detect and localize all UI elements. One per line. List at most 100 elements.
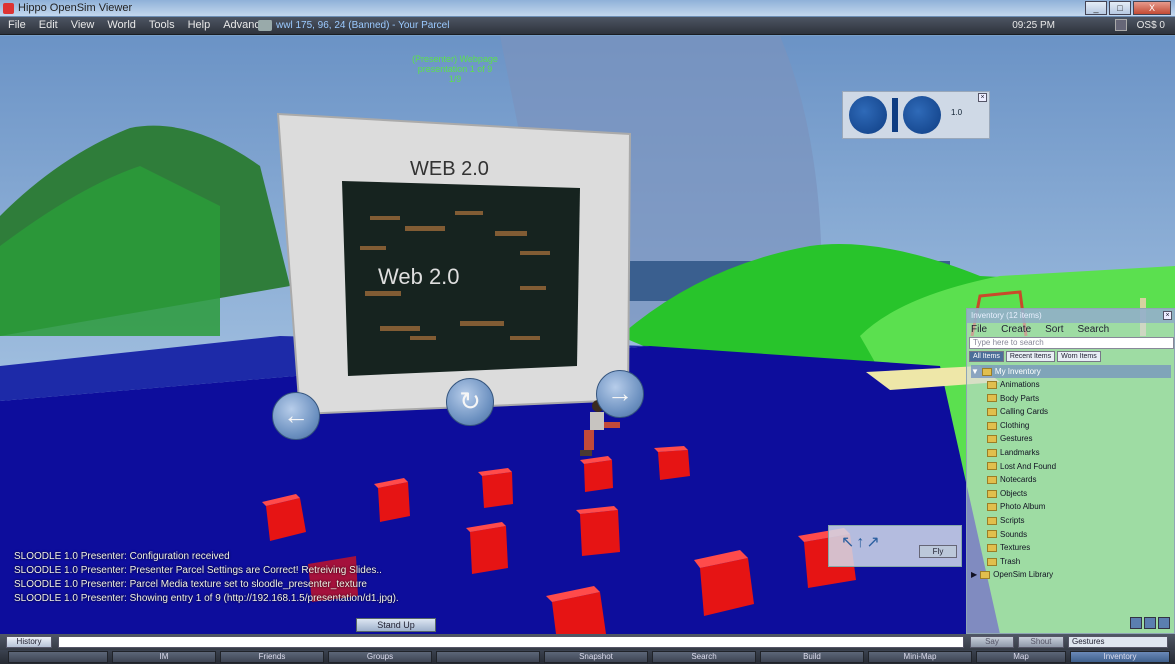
maximize-button[interactable]: □ xyxy=(1109,1,1131,15)
expand-arrow-icon[interactable]: ▼ xyxy=(971,365,979,378)
settings-icon[interactable] xyxy=(1144,617,1156,629)
friends-button[interactable]: Friends xyxy=(220,651,324,663)
next-slide-icon[interactable]: → xyxy=(596,370,644,418)
gesture-folder-icon xyxy=(987,435,997,444)
previous-slide-icon[interactable]: ← xyxy=(272,392,320,440)
play-music-icon[interactable] xyxy=(903,96,941,134)
tree-item[interactable]: Sounds xyxy=(971,528,1171,542)
tree-label: Clothing xyxy=(1000,420,1030,430)
buy-currency-icon[interactable] xyxy=(1115,19,1127,31)
menu-view[interactable]: View xyxy=(71,19,95,31)
chat-line: SLOODLE 1.0 Presenter: Presenter Parcel … xyxy=(14,565,382,576)
menu-tools[interactable]: Tools xyxy=(149,19,175,31)
menu-help[interactable]: Help xyxy=(188,19,211,31)
groups-button[interactable]: Groups xyxy=(328,651,432,663)
inventory-close-icon[interactable]: × xyxy=(1163,311,1172,320)
clothing-folder-icon xyxy=(987,421,997,430)
minimize-button[interactable]: _ xyxy=(1085,1,1107,15)
stand-up-button[interactable]: Stand Up xyxy=(356,618,436,632)
tree-label: Scripts xyxy=(1000,515,1025,525)
folder-icon xyxy=(980,570,991,579)
collapse-arrow-icon[interactable]: ▶ xyxy=(971,568,977,581)
tree-label: Gestures xyxy=(1000,434,1033,444)
tree-root-library[interactable]: ▶ OpenSim Library xyxy=(971,568,1171,581)
gestures-dropdown[interactable]: Gestures xyxy=(1068,636,1168,648)
tree-label: Body Parts xyxy=(1000,393,1040,403)
inventory-menu-file[interactable]: File xyxy=(971,324,987,335)
tree-label: Lost And Found xyxy=(1000,461,1057,471)
slide-text: Web 2.0 xyxy=(378,264,460,289)
tree-item[interactable]: Gestures xyxy=(971,432,1171,446)
inventory-tree: ▼ My Inventory Animations Body Parts Cal… xyxy=(971,365,1171,581)
tab-worn-items[interactable]: Worn Items xyxy=(1057,351,1101,362)
tree-item[interactable]: Scripts xyxy=(971,514,1171,528)
filter-icon[interactable] xyxy=(1130,617,1142,629)
inventory-menu-create[interactable]: Create xyxy=(1001,324,1031,335)
tree-item[interactable]: Notecards xyxy=(971,473,1171,487)
tree-label: Animations xyxy=(1000,380,1040,389)
media-close-icon[interactable]: × xyxy=(978,93,987,102)
notecard-folder-icon xyxy=(987,475,997,484)
snapshot-button[interactable]: Snapshot xyxy=(544,651,648,663)
media-divider xyxy=(892,98,898,132)
map-button[interactable]: Map xyxy=(976,651,1066,663)
inventory-menu-sort[interactable]: Sort xyxy=(1045,324,1063,335)
tree-item[interactable]: Trash xyxy=(971,555,1171,569)
tree-item[interactable]: Calling Cards xyxy=(971,405,1171,419)
chat-line: SLOODLE 1.0 Presenter: Showing entry 1 o… xyxy=(14,593,399,604)
chat-line: SLOODLE 1.0 Presenter: Parcel Media text… xyxy=(14,579,367,590)
world-view[interactable]: (Presenter) Webpage presentation 1 of 9 … xyxy=(0,36,1175,634)
tree-root-my-inventory[interactable]: ▼ My Inventory xyxy=(971,365,1171,378)
landmark-folder-icon xyxy=(987,448,997,457)
tree-item[interactable]: Animations xyxy=(971,378,1171,392)
hover-line: presentation 1 of 9 xyxy=(417,64,493,74)
say-button[interactable]: Say xyxy=(970,636,1014,648)
inventory-menu-search[interactable]: Search xyxy=(1077,324,1109,335)
tree-item[interactable]: Clothing xyxy=(971,419,1171,433)
viewer-window: Hippo OpenSim Viewer _ □ X File Edit Vie… xyxy=(0,0,1175,664)
sound-folder-icon xyxy=(987,530,997,539)
minimap-button[interactable]: Mini-Map xyxy=(868,651,972,663)
im-button[interactable]: IM xyxy=(112,651,216,663)
communicate-button[interactable] xyxy=(8,651,108,663)
tree-item[interactable]: Objects xyxy=(971,487,1171,501)
build-button[interactable]: Build xyxy=(760,651,864,663)
close-button[interactable]: X xyxy=(1133,1,1171,15)
menu-edit[interactable]: Edit xyxy=(39,19,58,31)
movement-arrows-icon[interactable]: ↖↑↗ xyxy=(841,532,882,552)
tree-item[interactable]: Textures xyxy=(971,541,1171,555)
inventory-button[interactable]: Inventory xyxy=(1070,651,1170,663)
movement-button[interactable] xyxy=(436,651,540,663)
location-status[interactable]: wwl 175, 96, 24 (Banned) - Your Parcel xyxy=(276,20,449,31)
tab-recent-items[interactable]: Recent Items xyxy=(1005,351,1056,362)
tree-label: Notecards xyxy=(1000,475,1037,485)
volume-control[interactable]: 1.0 xyxy=(951,108,979,120)
media-controls: 1.0 × xyxy=(842,91,990,139)
tree-item[interactable]: Landmarks xyxy=(971,446,1171,460)
inventory-search-input[interactable]: Type here to search xyxy=(969,337,1174,349)
reload-slide-icon[interactable]: ↻ xyxy=(446,378,494,426)
callingcard-folder-icon xyxy=(987,407,997,416)
menu-bar: File Edit View World Tools Help Advanced… xyxy=(0,17,1175,35)
play-media-icon[interactable] xyxy=(849,96,887,134)
bottom-toolbar: IM Friends Groups Snapshot Search Build … xyxy=(0,650,1175,664)
balance[interactable]: OS$ 0 xyxy=(1137,20,1165,31)
tree-item[interactable]: Body Parts xyxy=(971,392,1171,406)
chat-line: SLOODLE 1.0 Presenter: Configuration rec… xyxy=(14,551,230,562)
chat-history: SLOODLE 1.0 Presenter: Configuration rec… xyxy=(14,550,454,606)
new-window-icon[interactable] xyxy=(1158,617,1170,629)
chat-input[interactable] xyxy=(58,636,964,648)
menu-file[interactable]: File xyxy=(8,19,26,31)
movement-controls: ↖↑↗ Fly xyxy=(828,525,962,567)
hover-line: (Presenter) Webpage xyxy=(412,54,498,64)
fly-toggle-button[interactable]: Fly xyxy=(919,545,957,558)
menu-world[interactable]: World xyxy=(107,19,136,31)
tree-item[interactable]: Lost And Found xyxy=(971,460,1171,474)
inventory-tabs: All Items Recent Items Worn Items xyxy=(969,351,1101,362)
tree-item[interactable]: Photo Album xyxy=(971,500,1171,514)
tree-label: OpenSim Library xyxy=(993,570,1054,580)
history-button[interactable]: History xyxy=(6,636,52,648)
search-button[interactable]: Search xyxy=(652,651,756,663)
shout-button[interactable]: Shout xyxy=(1018,636,1064,648)
tab-all-items[interactable]: All Items xyxy=(969,351,1004,362)
